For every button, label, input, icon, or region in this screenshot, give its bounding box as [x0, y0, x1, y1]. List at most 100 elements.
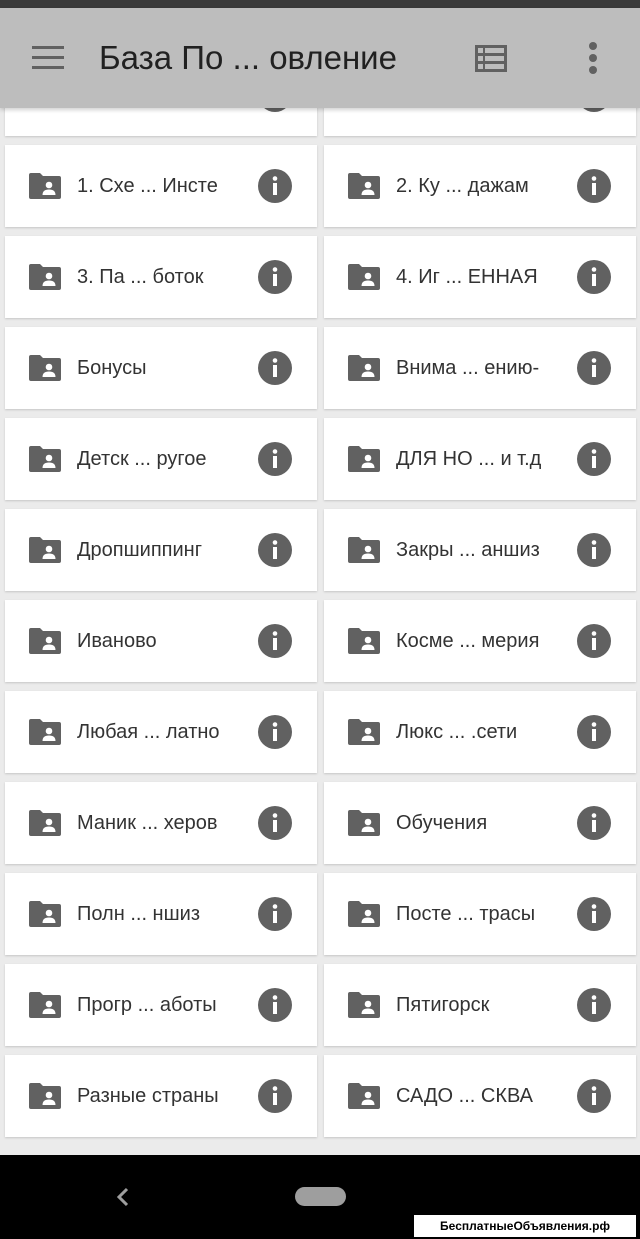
folder-card-8[interactable]: Внима ... ению-: [324, 327, 636, 409]
folder-name: Обучения: [396, 812, 488, 834]
menu-button[interactable]: [26, 40, 70, 76]
info-icon: [258, 988, 292, 1022]
info-icon: [577, 897, 611, 931]
shared-folder-icon: [348, 628, 380, 654]
folder-card-16[interactable]: Люкс ... .сети: [324, 691, 636, 773]
shared-folder-icon: [348, 537, 380, 563]
chevron-left-icon: [116, 1187, 129, 1207]
folder-card-23[interactable]: Разные страны: [5, 1055, 317, 1137]
folder-card-9[interactable]: Детск ... ругое: [5, 418, 317, 500]
folder-name: Разные страны: [77, 1085, 219, 1107]
folder-name: Дропшиппинг: [77, 539, 203, 561]
back-button[interactable]: [108, 1181, 138, 1213]
info-button[interactable]: [258, 897, 292, 931]
info-icon: [258, 897, 292, 931]
page-title: База По ... овление: [99, 39, 397, 76]
folder-name: САДО ... СКВА: [396, 1085, 534, 1107]
folder-card-12[interactable]: Закры ... аншиз: [324, 509, 636, 591]
menu-icon: [32, 46, 64, 69]
info-button[interactable]: [258, 169, 292, 203]
shared-folder-icon: [29, 719, 61, 745]
shared-folder-icon: [348, 446, 380, 472]
shared-folder-icon: [29, 810, 61, 836]
home-button[interactable]: [295, 1187, 346, 1206]
info-button[interactable]: [258, 1079, 292, 1113]
folder-card-18[interactable]: Обучения: [324, 782, 636, 864]
shared-folder-icon: [29, 446, 61, 472]
shared-folder-icon: [29, 992, 61, 1018]
folder-name: Прогр ... аботы: [77, 994, 217, 1016]
info-icon: [577, 169, 611, 203]
folder-card-11[interactable]: Дропшиппинг: [5, 509, 317, 591]
info-icon: [258, 1079, 292, 1113]
info-button[interactable]: [577, 533, 611, 567]
info-button[interactable]: [577, 169, 611, 203]
shared-folder-icon: [348, 173, 380, 199]
info-icon: [258, 442, 292, 476]
info-button[interactable]: [258, 260, 292, 294]
more-options-button[interactable]: [578, 38, 608, 80]
info-button[interactable]: [577, 806, 611, 840]
folder-card-7[interactable]: Бонусы: [5, 327, 317, 409]
info-button[interactable]: [577, 260, 611, 294]
info-button[interactable]: [258, 715, 292, 749]
info-icon: [258, 169, 292, 203]
shared-folder-icon: [29, 264, 61, 290]
folder-card-20[interactable]: Посте ... трасы: [324, 873, 636, 955]
info-button[interactable]: [577, 1079, 611, 1113]
folder-card-5[interactable]: 3. Па ... боток: [5, 236, 317, 318]
info-button[interactable]: [258, 442, 292, 476]
folder-card-10[interactable]: ДЛЯ НО ... и т.д: [324, 418, 636, 500]
folder-card-3[interactable]: 1. Схе ... Инсте: [5, 145, 317, 227]
folder-card-6[interactable]: 4. Иг ... ЕННАЯ: [324, 236, 636, 318]
info-button[interactable]: [577, 715, 611, 749]
folder-name: Полн ... ншиз: [77, 903, 200, 925]
info-button[interactable]: [258, 624, 292, 658]
info-icon: [577, 533, 611, 567]
info-icon: [258, 806, 292, 840]
info-icon: [577, 806, 611, 840]
shared-folder-icon: [348, 719, 380, 745]
shared-folder-icon: [348, 1083, 380, 1109]
info-button[interactable]: [577, 351, 611, 385]
folder-card-13[interactable]: Иваново: [5, 600, 317, 682]
folder-name: ДЛЯ НО ... и т.д: [396, 448, 542, 470]
folder-name: Пятигорск: [396, 994, 490, 1016]
info-button[interactable]: [258, 533, 292, 567]
view-toggle-button[interactable]: [470, 38, 512, 80]
info-button[interactable]: [258, 351, 292, 385]
info-icon: [577, 624, 611, 658]
info-icon: [258, 533, 292, 567]
shared-folder-icon: [29, 355, 61, 381]
info-icon: [258, 260, 292, 294]
shared-folder-icon: [29, 901, 61, 927]
folder-grid: 0. Вн ... енню- 1. Кур ... и чаты: [0, 71, 640, 1155]
info-icon: [258, 351, 292, 385]
status-bar: [0, 0, 640, 8]
folder-card-15[interactable]: Любая ... латно: [5, 691, 317, 773]
folder-name: 1. Схе ... Инсте: [77, 175, 218, 197]
info-button[interactable]: [577, 624, 611, 658]
folder-name: Иваново: [77, 630, 157, 652]
info-icon: [577, 715, 611, 749]
folder-card-17[interactable]: Маник ... херов: [5, 782, 317, 864]
folder-name: Люкс ... .сети: [396, 721, 518, 743]
folder-card-21[interactable]: Прогр ... аботы: [5, 964, 317, 1046]
info-button[interactable]: [577, 988, 611, 1022]
folder-name: Косме ... мерия: [396, 630, 540, 652]
info-icon: [577, 351, 611, 385]
info-button[interactable]: [258, 988, 292, 1022]
info-icon: [577, 988, 611, 1022]
info-button[interactable]: [577, 442, 611, 476]
folder-card-4[interactable]: 2. Ку ... дажам: [324, 145, 636, 227]
shared-folder-icon: [348, 992, 380, 1018]
folder-card-22[interactable]: Пятигорск: [324, 964, 636, 1046]
folder-card-19[interactable]: Полн ... ншиз: [5, 873, 317, 955]
folder-name: Детск ... ругое: [77, 448, 207, 470]
shared-folder-icon: [348, 901, 380, 927]
info-button[interactable]: [258, 806, 292, 840]
folder-name: Бонусы: [77, 357, 147, 379]
info-button[interactable]: [577, 897, 611, 931]
folder-card-14[interactable]: Косме ... мерия: [324, 600, 636, 682]
folder-card-24[interactable]: САДО ... СКВА: [324, 1055, 636, 1137]
